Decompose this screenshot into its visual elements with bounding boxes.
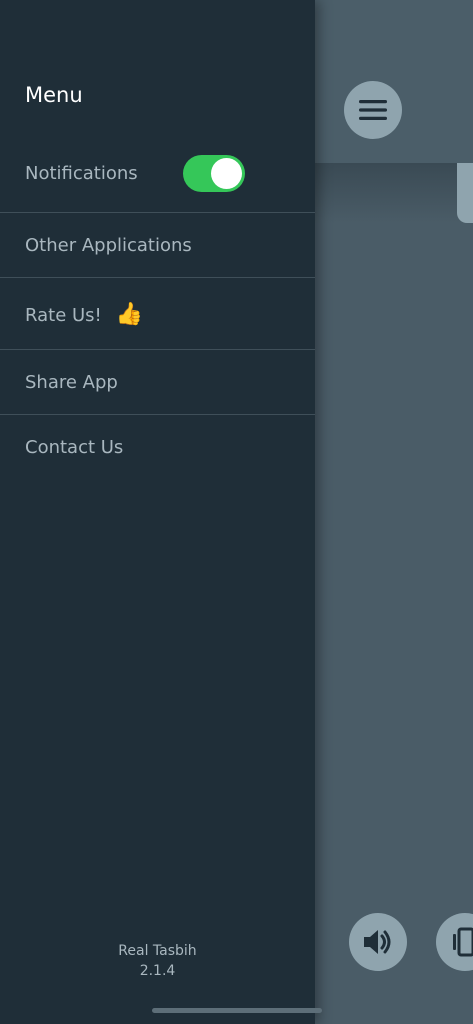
sound-button[interactable] — [349, 913, 407, 971]
vibrate-button[interactable] — [436, 913, 473, 971]
menu-item-label: Notifications — [25, 162, 138, 184]
menu-item-label: Share App — [25, 371, 118, 393]
navigation-drawer: Menu Notifications Other Applications Ra… — [0, 0, 315, 1024]
menu-item-label: Contact Us — [25, 436, 124, 458]
hamburger-menu-icon — [359, 100, 387, 120]
menu-item-share-app[interactable]: Share App — [0, 359, 315, 405]
divider — [0, 349, 315, 350]
menu-item-rate-us[interactable]: Rate Us! 👍 — [0, 292, 315, 338]
thumbs-up-icon: 👍 — [115, 302, 144, 327]
divider — [0, 212, 315, 213]
menu-item-label: Other Applications — [25, 234, 192, 256]
screen: Menu Notifications Other Applications Ra… — [0, 0, 473, 1024]
menu-item-notifications: Notifications — [0, 150, 315, 196]
toggle-knob — [211, 158, 242, 189]
vibrate-icon — [453, 927, 473, 957]
app-version: 2.1.4 — [139, 963, 176, 979]
app-top-bar — [315, 0, 473, 163]
hamburger-menu-button[interactable] — [344, 81, 402, 139]
divider — [0, 277, 315, 278]
tab-edge — [457, 163, 473, 223]
notifications-toggle[interactable] — [183, 155, 245, 192]
menu-item-other-applications[interactable]: Other Applications — [0, 222, 315, 268]
home-indicator[interactable] — [152, 1008, 322, 1013]
app-background — [315, 0, 473, 1024]
menu-item-label: Rate Us! — [25, 304, 102, 326]
divider — [0, 414, 315, 415]
menu-item-contact-us[interactable]: Contact Us — [0, 424, 315, 470]
drawer-title: Menu — [25, 83, 83, 107]
app-name: Real Tasbih — [118, 943, 197, 959]
speaker-icon — [364, 930, 391, 954]
app-top-shadow — [315, 163, 473, 223]
